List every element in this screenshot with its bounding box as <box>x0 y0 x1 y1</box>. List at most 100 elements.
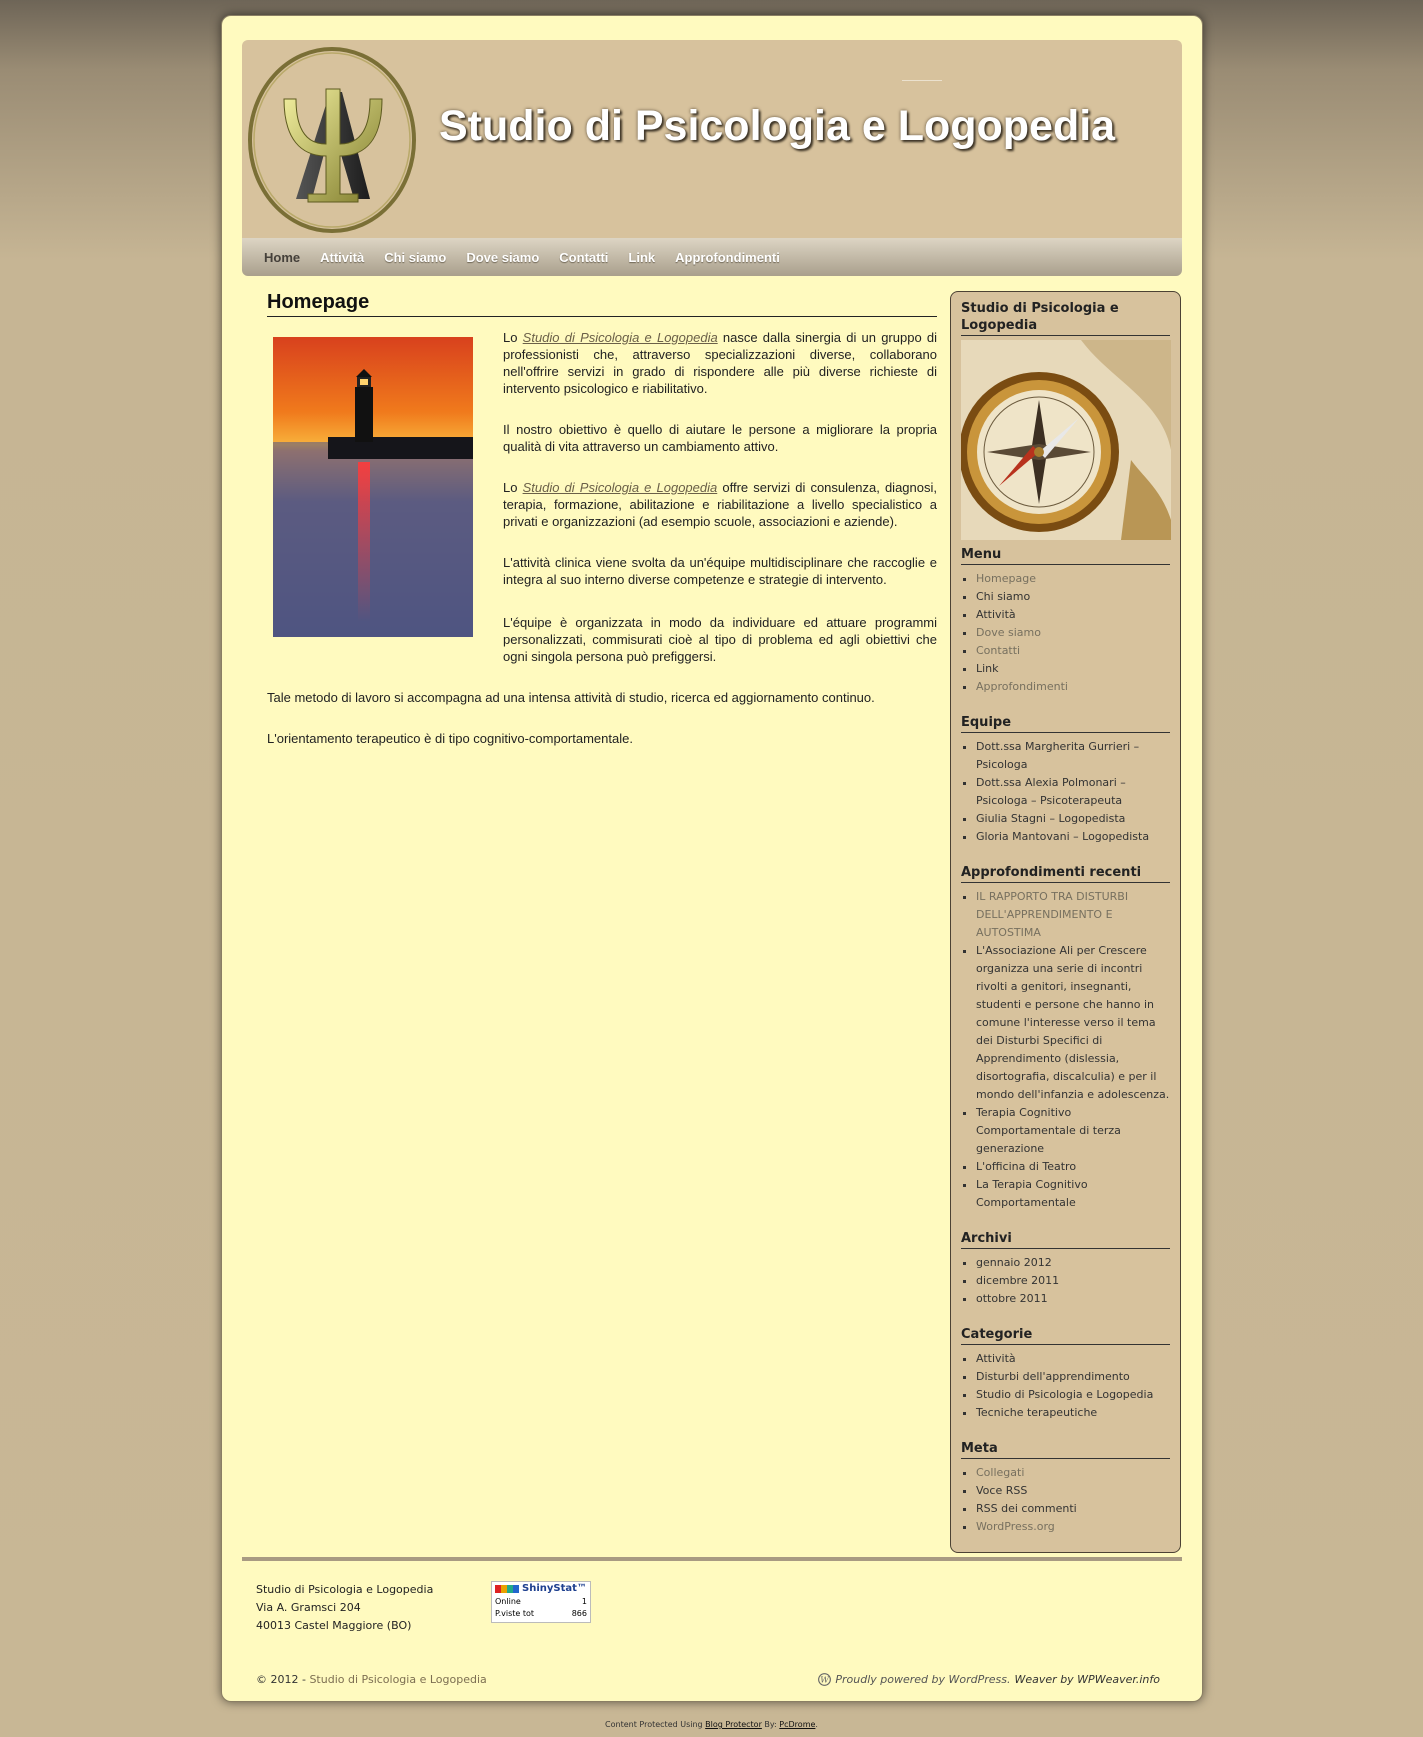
wordpress-org-link[interactable]: WordPress.org <box>976 1520 1055 1533</box>
address-line: Studio di Psicologia e Logopedia <box>256 1583 434 1596</box>
list-item: RSS dei commenti <box>976 1500 1170 1518</box>
list-item: dicembre 2011 <box>976 1272 1170 1290</box>
nav-approfondimenti[interactable]: Approfondimenti <box>665 250 790 265</box>
footer-divider <box>242 1557 1182 1561</box>
category-link[interactable]: Studio di Psicologia e Logopedia <box>976 1388 1153 1401</box>
shinystat-counter[interactable]: ShinyStat™ Online 1 P.viste tot 866 <box>491 1581 591 1623</box>
shinystat-logo: ShinyStat™ <box>492 1582 590 1596</box>
recent-post-link[interactable]: L'officina di Teatro <box>976 1160 1076 1173</box>
svg-text:W: W <box>821 1675 831 1685</box>
widget-title: Studio di Psicologia e Logopedia <box>961 300 1170 336</box>
category-link[interactable]: Attività <box>976 1352 1016 1365</box>
blog-protector-notice: Content Protected Using Blog Protector B… <box>605 1720 818 1729</box>
copyright: © 2012 - Studio di Psicologia e Logopedi… <box>256 1673 487 1686</box>
meta-widget: Meta Collegati Voce RSS RSS dei commenti… <box>961 1440 1170 1536</box>
nav-contatti[interactable]: Contatti <box>549 250 618 265</box>
address-line: 40013 Castel Maggiore (BO) <box>256 1619 412 1632</box>
list-item: Tecniche terapeutiche <box>976 1404 1170 1422</box>
list-item: Gloria Mantovani – Logopedista <box>976 828 1170 846</box>
rss-entries-link[interactable]: Voce RSS <box>976 1484 1027 1497</box>
wordpress-link[interactable]: Proudly powered by WordPress. <box>835 1673 1010 1686</box>
menu-link-contatti[interactable]: Contatti <box>976 644 1020 657</box>
list-item: L'officina di Teatro <box>976 1158 1170 1176</box>
nav-attivita[interactable]: Attività <box>310 250 374 265</box>
rss-comments-link[interactable]: RSS dei commenti <box>976 1502 1077 1515</box>
list-item: L'Associazione Ali per Crescere organizz… <box>976 942 1170 1104</box>
sidebar: Studio di Psicologia e Logopedia Menu ▪ … <box>950 291 1181 1553</box>
studio-link[interactable]: Studio di Psicologia e Logopedia <box>523 330 718 345</box>
header-rule <box>902 80 942 81</box>
recent-post-link[interactable]: IL RAPPORTO TRA DISTURBI DELL'APPRENDIME… <box>976 890 1128 939</box>
equipe-link[interactable]: Gloria Mantovani – Logopedista <box>976 830 1149 843</box>
list-item: Contatti <box>976 642 1170 660</box>
list-item: Attività <box>976 1350 1170 1368</box>
list-item: Dott.ssa Alexia Polmonari – Psicologa – … <box>976 774 1170 810</box>
menu-link-attivita[interactable]: Attività <box>976 608 1016 621</box>
list-item: Attività <box>976 606 1170 624</box>
list-item: gennaio 2012 <box>976 1254 1170 1272</box>
category-link[interactable]: Disturbi dell'apprendimento <box>976 1370 1130 1383</box>
list-item: ottobre 2011 <box>976 1290 1170 1308</box>
list-item: Disturbi dell'apprendimento <box>976 1368 1170 1386</box>
site-title[interactable]: Studio di Psicologia e Logopedia <box>439 102 1115 151</box>
equipe-link[interactable]: Dott.ssa Alexia Polmonari – Psicologa – … <box>976 776 1126 807</box>
studio-widget: Studio di Psicologia e Logopedia <box>961 300 1171 540</box>
powered-by: W Proudly powered by WordPress. Weaver b… <box>818 1673 1160 1686</box>
login-link[interactable]: Collegati <box>976 1466 1024 1479</box>
widget-title: Equipe <box>961 714 1170 733</box>
compass-image <box>961 340 1171 540</box>
widget-title: Meta <box>961 1440 1170 1459</box>
nav-link[interactable]: Link <box>618 250 665 265</box>
footer-address: Studio di Psicologia e Logopedia Via A. … <box>256 1581 433 1635</box>
widget-title: Approfondimenti recenti <box>961 864 1170 883</box>
menu-link-approfondimenti[interactable]: Approfondimenti <box>976 680 1068 693</box>
list-item: Approfondimenti <box>976 678 1170 696</box>
page-title: Homepage <box>267 291 937 317</box>
recent-post-link[interactable]: La Terapia Cognitivo Comportamentale <box>976 1178 1088 1209</box>
menu-widget: Menu Homepage Chi siamo Attività Dove si… <box>961 546 1170 696</box>
paragraph-6: Tale metodo di lavoro si accompagna ad u… <box>267 690 875 705</box>
list-item: Dott.ssa Margherita Gurrieri – Psicologa <box>976 738 1170 774</box>
views-row: P.viste tot 866 <box>495 1609 587 1618</box>
menu-link-chi-siamo[interactable]: Chi siamo <box>976 590 1030 603</box>
list-item: La Terapia Cognitivo Comportamentale <box>976 1176 1170 1212</box>
address-line: Via A. Gramsci 204 <box>256 1601 361 1614</box>
widget-title: Menu <box>961 546 1170 565</box>
main-content: Homepage Lo Studio di Psicologia e Logop… <box>267 291 937 771</box>
recent-post-link[interactable]: L'Associazione Ali per Crescere organizz… <box>976 944 1169 1101</box>
pcdrome-link[interactable]: PcDrome <box>779 1720 815 1729</box>
equipe-link[interactable]: Giulia Stagni – Logopedista <box>976 812 1125 825</box>
recent-post-link[interactable]: Terapia Cognitivo Comportamentale di ter… <box>976 1106 1121 1155</box>
blog-protector-link[interactable]: Blog Protector <box>705 1720 762 1729</box>
menu-link-dove-siamo[interactable]: Dove siamo <box>976 626 1041 639</box>
studio-link[interactable]: Studio di Psicologia e Logopedia <box>523 480 718 495</box>
nav-dove-siamo[interactable]: Dove siamo <box>456 250 549 265</box>
psi-logo[interactable] <box>246 44 418 236</box>
nav-chi-siamo[interactable]: Chi siamo <box>374 250 456 265</box>
nav-home[interactable]: Home <box>254 250 310 265</box>
widget-title: Archivi <box>961 1230 1170 1249</box>
weaver-link[interactable]: Weaver by WPWeaver.info <box>1015 1673 1160 1686</box>
archive-widget: Archivi gennaio 2012 dicembre 2011 ottob… <box>961 1230 1170 1308</box>
list-item: Collegati <box>976 1464 1170 1482</box>
menu-link-link[interactable]: Link <box>976 662 999 675</box>
menu-link-homepage[interactable]: Homepage <box>976 572 1036 585</box>
list-item: Chi siamo <box>976 588 1170 606</box>
online-row: Online 1 <box>495 1597 587 1606</box>
copyright-site-link[interactable]: Studio di Psicologia e Logopedia <box>309 1673 486 1686</box>
equipe-widget: Equipe Dott.ssa Margherita Gurrieri – Ps… <box>961 714 1170 846</box>
list-item: Giulia Stagni – Logopedista <box>976 810 1170 828</box>
list-item: WordPress.org <box>976 1518 1170 1536</box>
archive-link[interactable]: gennaio 2012 <box>976 1256 1052 1269</box>
archive-link[interactable]: ottobre 2011 <box>976 1292 1048 1305</box>
lighthouse-image <box>273 337 473 637</box>
wordpress-icon: W <box>818 1673 832 1686</box>
archive-link[interactable]: dicembre 2011 <box>976 1274 1059 1287</box>
equipe-link[interactable]: Dott.ssa Margherita Gurrieri – Psicologa <box>976 740 1139 771</box>
list-item: IL RAPPORTO TRA DISTURBI DELL'APPRENDIME… <box>976 888 1170 942</box>
categories-widget: Categorie Attività Disturbi dell'apprend… <box>961 1326 1170 1422</box>
list-item: Voce RSS <box>976 1482 1170 1500</box>
paragraph-7: L'orientamento terapeutico è di tipo cog… <box>267 731 633 746</box>
list-item: Terapia Cognitivo Comportamentale di ter… <box>976 1104 1170 1158</box>
category-link[interactable]: Tecniche terapeutiche <box>976 1406 1097 1419</box>
